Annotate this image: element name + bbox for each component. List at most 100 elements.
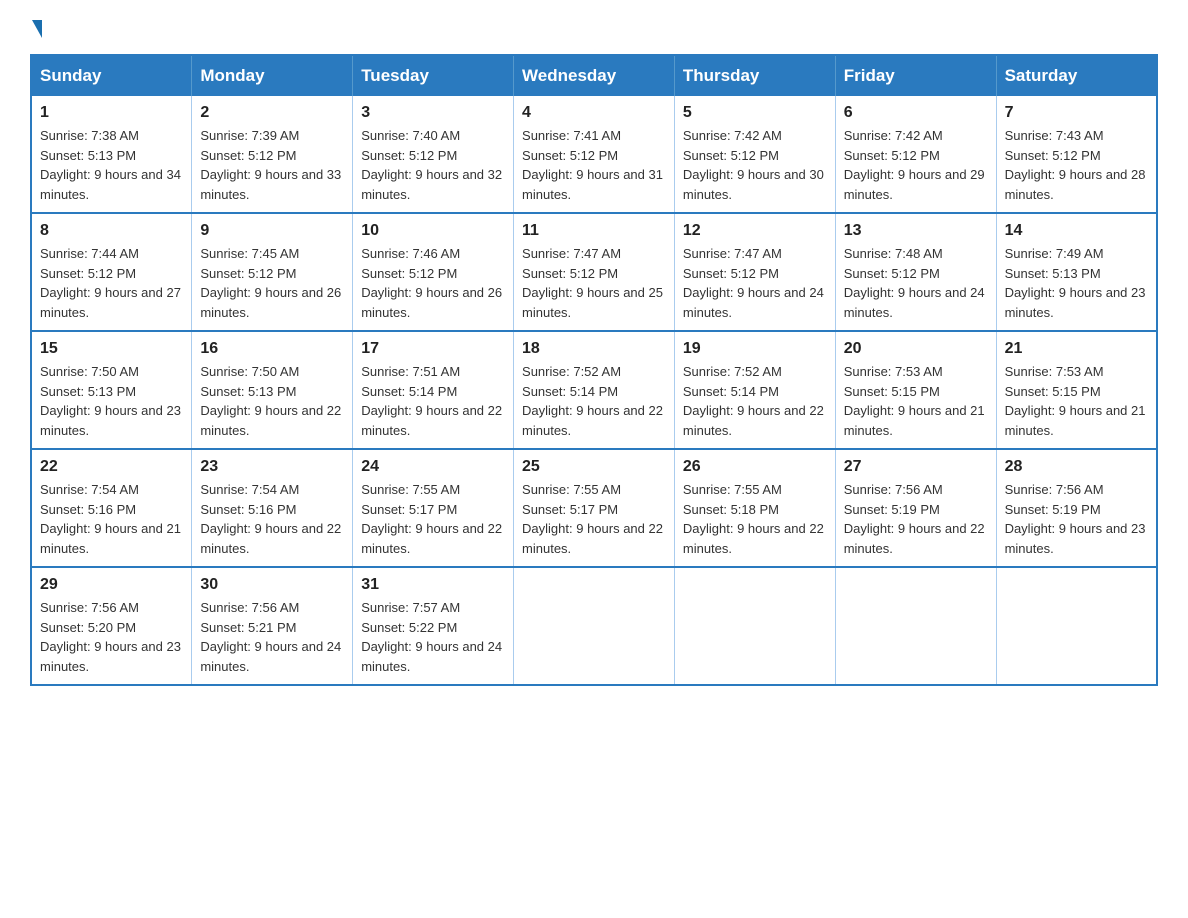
day-number: 19 xyxy=(683,340,827,358)
day-info: Sunrise: 7:50 AMSunset: 5:13 PMDaylight:… xyxy=(40,364,181,438)
day-header-saturday: Saturday xyxy=(996,55,1157,96)
calendar-week-1: 1 Sunrise: 7:38 AMSunset: 5:13 PMDayligh… xyxy=(31,96,1157,213)
day-info: Sunrise: 7:48 AMSunset: 5:12 PMDaylight:… xyxy=(844,246,985,320)
calendar-week-2: 8 Sunrise: 7:44 AMSunset: 5:12 PMDayligh… xyxy=(31,213,1157,331)
day-info: Sunrise: 7:56 AMSunset: 5:19 PMDaylight:… xyxy=(844,482,985,556)
day-number: 18 xyxy=(522,340,666,358)
day-info: Sunrise: 7:55 AMSunset: 5:17 PMDaylight:… xyxy=(361,482,502,556)
day-info: Sunrise: 7:51 AMSunset: 5:14 PMDaylight:… xyxy=(361,364,502,438)
calendar-cell: 25 Sunrise: 7:55 AMSunset: 5:17 PMDaylig… xyxy=(514,449,675,567)
day-number: 22 xyxy=(40,458,183,476)
day-info: Sunrise: 7:45 AMSunset: 5:12 PMDaylight:… xyxy=(200,246,341,320)
calendar-cell: 26 Sunrise: 7:55 AMSunset: 5:18 PMDaylig… xyxy=(674,449,835,567)
calendar-week-4: 22 Sunrise: 7:54 AMSunset: 5:16 PMDaylig… xyxy=(31,449,1157,567)
calendar-cell: 22 Sunrise: 7:54 AMSunset: 5:16 PMDaylig… xyxy=(31,449,192,567)
calendar-body: 1 Sunrise: 7:38 AMSunset: 5:13 PMDayligh… xyxy=(31,96,1157,685)
day-header-thursday: Thursday xyxy=(674,55,835,96)
calendar-cell: 28 Sunrise: 7:56 AMSunset: 5:19 PMDaylig… xyxy=(996,449,1157,567)
day-number: 14 xyxy=(1005,222,1148,240)
day-header-tuesday: Tuesday xyxy=(353,55,514,96)
day-info: Sunrise: 7:55 AMSunset: 5:18 PMDaylight:… xyxy=(683,482,824,556)
calendar-cell: 30 Sunrise: 7:56 AMSunset: 5:21 PMDaylig… xyxy=(192,567,353,685)
day-number: 5 xyxy=(683,104,827,122)
day-info: Sunrise: 7:43 AMSunset: 5:12 PMDaylight:… xyxy=(1005,128,1146,202)
calendar-cell: 8 Sunrise: 7:44 AMSunset: 5:12 PMDayligh… xyxy=(31,213,192,331)
calendar-cell: 6 Sunrise: 7:42 AMSunset: 5:12 PMDayligh… xyxy=(835,96,996,213)
calendar-cell: 3 Sunrise: 7:40 AMSunset: 5:12 PMDayligh… xyxy=(353,96,514,213)
day-number: 25 xyxy=(522,458,666,476)
day-number: 27 xyxy=(844,458,988,476)
page-header xyxy=(30,20,1158,34)
day-number: 8 xyxy=(40,222,183,240)
day-number: 11 xyxy=(522,222,666,240)
day-number: 21 xyxy=(1005,340,1148,358)
calendar-week-3: 15 Sunrise: 7:50 AMSunset: 5:13 PMDaylig… xyxy=(31,331,1157,449)
calendar-cell xyxy=(996,567,1157,685)
day-number: 28 xyxy=(1005,458,1148,476)
day-info: Sunrise: 7:55 AMSunset: 5:17 PMDaylight:… xyxy=(522,482,663,556)
calendar-cell: 15 Sunrise: 7:50 AMSunset: 5:13 PMDaylig… xyxy=(31,331,192,449)
day-number: 17 xyxy=(361,340,505,358)
calendar-cell xyxy=(514,567,675,685)
day-info: Sunrise: 7:44 AMSunset: 5:12 PMDaylight:… xyxy=(40,246,181,320)
calendar-cell: 21 Sunrise: 7:53 AMSunset: 5:15 PMDaylig… xyxy=(996,331,1157,449)
calendar-cell: 17 Sunrise: 7:51 AMSunset: 5:14 PMDaylig… xyxy=(353,331,514,449)
day-number: 2 xyxy=(200,104,344,122)
day-info: Sunrise: 7:47 AMSunset: 5:12 PMDaylight:… xyxy=(683,246,824,320)
day-info: Sunrise: 7:42 AMSunset: 5:12 PMDaylight:… xyxy=(683,128,824,202)
day-info: Sunrise: 7:46 AMSunset: 5:12 PMDaylight:… xyxy=(361,246,502,320)
calendar-cell: 20 Sunrise: 7:53 AMSunset: 5:15 PMDaylig… xyxy=(835,331,996,449)
day-info: Sunrise: 7:42 AMSunset: 5:12 PMDaylight:… xyxy=(844,128,985,202)
day-number: 6 xyxy=(844,104,988,122)
day-number: 1 xyxy=(40,104,183,122)
day-number: 7 xyxy=(1005,104,1148,122)
day-number: 23 xyxy=(200,458,344,476)
day-header-wednesday: Wednesday xyxy=(514,55,675,96)
day-number: 30 xyxy=(200,576,344,594)
calendar-cell: 27 Sunrise: 7:56 AMSunset: 5:19 PMDaylig… xyxy=(835,449,996,567)
day-info: Sunrise: 7:41 AMSunset: 5:12 PMDaylight:… xyxy=(522,128,663,202)
day-header-sunday: Sunday xyxy=(31,55,192,96)
day-info: Sunrise: 7:50 AMSunset: 5:13 PMDaylight:… xyxy=(200,364,341,438)
logo-text xyxy=(30,20,44,38)
calendar-cell xyxy=(674,567,835,685)
calendar-cell: 10 Sunrise: 7:46 AMSunset: 5:12 PMDaylig… xyxy=(353,213,514,331)
calendar-table: SundayMondayTuesdayWednesdayThursdayFrid… xyxy=(30,54,1158,686)
calendar-cell: 11 Sunrise: 7:47 AMSunset: 5:12 PMDaylig… xyxy=(514,213,675,331)
calendar-week-5: 29 Sunrise: 7:56 AMSunset: 5:20 PMDaylig… xyxy=(31,567,1157,685)
day-info: Sunrise: 7:39 AMSunset: 5:12 PMDaylight:… xyxy=(200,128,341,202)
day-number: 29 xyxy=(40,576,183,594)
day-info: Sunrise: 7:56 AMSunset: 5:21 PMDaylight:… xyxy=(200,600,341,674)
day-info: Sunrise: 7:40 AMSunset: 5:12 PMDaylight:… xyxy=(361,128,502,202)
calendar-cell: 13 Sunrise: 7:48 AMSunset: 5:12 PMDaylig… xyxy=(835,213,996,331)
day-number: 20 xyxy=(844,340,988,358)
calendar-cell: 29 Sunrise: 7:56 AMSunset: 5:20 PMDaylig… xyxy=(31,567,192,685)
calendar-cell xyxy=(835,567,996,685)
calendar-header: SundayMondayTuesdayWednesdayThursdayFrid… xyxy=(31,55,1157,96)
logo xyxy=(30,20,44,34)
day-info: Sunrise: 7:56 AMSunset: 5:20 PMDaylight:… xyxy=(40,600,181,674)
calendar-cell: 14 Sunrise: 7:49 AMSunset: 5:13 PMDaylig… xyxy=(996,213,1157,331)
day-header-monday: Monday xyxy=(192,55,353,96)
day-number: 10 xyxy=(361,222,505,240)
calendar-cell: 31 Sunrise: 7:57 AMSunset: 5:22 PMDaylig… xyxy=(353,567,514,685)
day-number: 4 xyxy=(522,104,666,122)
calendar-cell: 5 Sunrise: 7:42 AMSunset: 5:12 PMDayligh… xyxy=(674,96,835,213)
calendar-cell: 4 Sunrise: 7:41 AMSunset: 5:12 PMDayligh… xyxy=(514,96,675,213)
day-info: Sunrise: 7:49 AMSunset: 5:13 PMDaylight:… xyxy=(1005,246,1146,320)
day-number: 3 xyxy=(361,104,505,122)
logo-triangle-icon xyxy=(32,20,42,38)
day-info: Sunrise: 7:52 AMSunset: 5:14 PMDaylight:… xyxy=(522,364,663,438)
calendar-cell: 16 Sunrise: 7:50 AMSunset: 5:13 PMDaylig… xyxy=(192,331,353,449)
calendar-cell: 18 Sunrise: 7:52 AMSunset: 5:14 PMDaylig… xyxy=(514,331,675,449)
calendar-cell: 12 Sunrise: 7:47 AMSunset: 5:12 PMDaylig… xyxy=(674,213,835,331)
day-info: Sunrise: 7:38 AMSunset: 5:13 PMDaylight:… xyxy=(40,128,181,202)
calendar-cell: 7 Sunrise: 7:43 AMSunset: 5:12 PMDayligh… xyxy=(996,96,1157,213)
day-number: 24 xyxy=(361,458,505,476)
calendar-cell: 1 Sunrise: 7:38 AMSunset: 5:13 PMDayligh… xyxy=(31,96,192,213)
day-info: Sunrise: 7:56 AMSunset: 5:19 PMDaylight:… xyxy=(1005,482,1146,556)
calendar-cell: 2 Sunrise: 7:39 AMSunset: 5:12 PMDayligh… xyxy=(192,96,353,213)
day-number: 26 xyxy=(683,458,827,476)
day-number: 13 xyxy=(844,222,988,240)
day-info: Sunrise: 7:53 AMSunset: 5:15 PMDaylight:… xyxy=(1005,364,1146,438)
